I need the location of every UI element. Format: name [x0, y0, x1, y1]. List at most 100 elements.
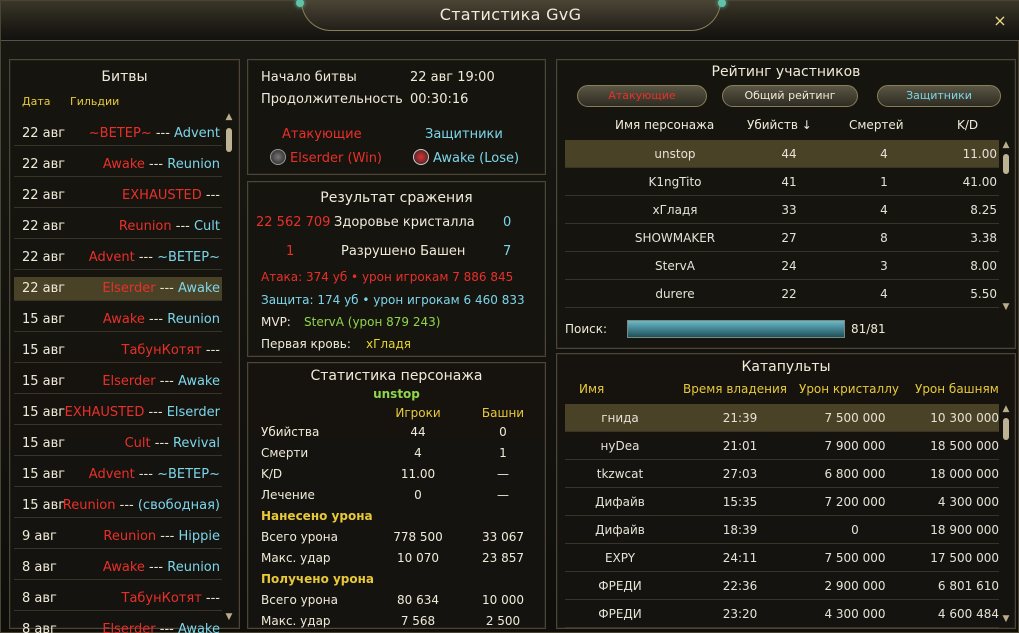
attackers-name: Elserder (Win): [270, 149, 382, 166]
battle-guilds: Elserder --- Awake: [102, 281, 220, 296]
catapult-name: нуDea: [600, 439, 640, 453]
battle-guilds: Awake --- Reunion: [103, 157, 220, 172]
dealt-max-towers: 23 857: [482, 551, 524, 565]
catapult-time: 15:35: [722, 495, 758, 509]
defender-guild: (свободная): [137, 498, 220, 513]
close-icon[interactable]: ×: [992, 13, 1008, 29]
rating-row[interactable]: K1ngTito 41 1 41.00: [565, 168, 999, 196]
defenders-name: Awake (Lose): [413, 149, 519, 166]
firstblood-label: Первая кровь:: [261, 337, 351, 351]
battle-row[interactable]: 8 авг Elserder --- Awake: [14, 618, 222, 633]
catapult-name: Дифайв: [595, 495, 645, 509]
towers-right: 7: [503, 244, 512, 259]
battle-row[interactable]: 15 авг Advent --- ~BETEP~: [14, 463, 222, 487]
rating-row[interactable]: SHOWMAKER 27 8 3.38: [565, 224, 999, 252]
rating-scrollbar[interactable]: ▲ ▼: [1001, 140, 1011, 312]
rating-deaths: 4: [880, 203, 888, 217]
battle-row[interactable]: 8 авг Awake --- Reunion: [14, 556, 222, 580]
kd-label: K/D: [261, 467, 283, 481]
battle-row[interactable]: 15 авг ТабунКотят ---: [14, 339, 222, 363]
col-kd[interactable]: K/D: [957, 118, 978, 132]
duration-label: Продолжительность: [261, 92, 403, 107]
battle-row[interactable]: 15 авг Reunion --- (свободная): [14, 494, 222, 518]
catapult-row[interactable]: ФРЕДИ 23:20 4 300 000 4 600 484: [565, 600, 999, 628]
catapult-towers: 4 300 000: [937, 495, 999, 509]
battle-row[interactable]: 22 авг Awake --- Reunion: [14, 153, 222, 177]
guild-separator: ---: [150, 436, 173, 451]
scroll-up-icon[interactable]: ▲: [1001, 140, 1011, 150]
deaths-towers: 1: [499, 446, 507, 460]
scroll-down-icon[interactable]: ▼: [224, 612, 234, 622]
catapult-row[interactable]: Дифайв 15:35 7 200 000 4 300 000: [565, 488, 999, 516]
attacker-guild: Advent: [88, 467, 135, 482]
received-section: Получено урона: [261, 572, 375, 586]
attacker-guild: Awake: [102, 312, 145, 327]
gvg-stats-window: Статистика GvG × Битвы Дата Гильдии 22 а…: [0, 0, 1019, 633]
col-deaths[interactable]: Смертей: [849, 118, 904, 132]
col-kills[interactable]: Убийств ↓: [747, 118, 812, 132]
battle-guilds: Elserder --- Awake: [102, 374, 220, 389]
battle-date: 22 авг: [22, 126, 66, 141]
attacker-guild: Advent: [88, 250, 135, 265]
attacker-guild: EXHAUSTED: [122, 188, 202, 203]
character-stats-panel: Статистика персонажа unstop Игроки Башни…: [247, 362, 546, 629]
battle-row[interactable]: 22 авг EXHAUSTED ---: [14, 184, 222, 208]
catapult-towers: 18 500 000: [930, 439, 999, 453]
catapult-row[interactable]: ФРЕДИ 22:36 2 900 000 6 801 610: [565, 572, 999, 600]
battle-row[interactable]: 15 авг Elserder --- Awake: [14, 370, 222, 394]
scroll-down-icon[interactable]: ▼: [1001, 302, 1011, 312]
battle-row[interactable]: 15 авг Awake --- Reunion: [14, 308, 222, 332]
catapult-row[interactable]: EXPY 24:11 7 500 000 17 500 000: [565, 544, 999, 572]
battle-row[interactable]: 22 авг Advent --- ~BETEP~: [14, 246, 222, 270]
rating-row[interactable]: durere 22 4 5.50: [565, 280, 999, 308]
battle-row[interactable]: 15 авг Cult --- Revival: [14, 432, 222, 456]
scroll-thumb[interactable]: [1003, 418, 1009, 440]
scroll-thumb[interactable]: [226, 128, 232, 152]
scroll-down-icon[interactable]: ▼: [1001, 614, 1011, 624]
battle-row[interactable]: 15 авг EXHAUSTED --- Elserder: [14, 401, 222, 425]
tab-attackers[interactable]: Атакующие: [577, 85, 707, 107]
tab-defenders[interactable]: Защитники: [877, 85, 1001, 107]
scroll-up-icon[interactable]: ▲: [1001, 404, 1011, 414]
result-title: Результат сражения: [320, 190, 473, 206]
guild-separator: ---: [115, 498, 138, 513]
title-bar: Статистика GvG ×: [1, 0, 1019, 41]
battle-date: 15 авг: [22, 498, 66, 513]
window-title: Статистика GvG: [439, 5, 582, 24]
rating-kills: 27: [781, 231, 797, 245]
kd-towers: —: [497, 467, 509, 481]
battle-row[interactable]: 22 авг Elserder --- Awake: [14, 277, 222, 301]
heal-towers: —: [497, 488, 509, 502]
catapult-towers: 4 600 484: [937, 607, 999, 621]
catapults-scrollbar[interactable]: ▲ ▼: [1001, 404, 1011, 624]
battle-row[interactable]: 22 авг ~BETEP~ --- Advent: [14, 122, 222, 146]
battle-info-panel: Начало битвы 22 авг 19:00 Продолжительно…: [247, 59, 546, 175]
catapult-row[interactable]: нуDea 21:01 7 900 000 18 500 000: [565, 432, 999, 460]
towers-label: Разрушено Башен: [341, 244, 466, 259]
battle-row[interactable]: 9 авг Reunion --- Hippie: [14, 525, 222, 549]
guild-separator: ---: [144, 157, 168, 172]
rating-row[interactable]: хГладя 33 4 8.25: [565, 196, 999, 224]
catapult-row[interactable]: гнида 21:39 7 500 000 10 300 000: [565, 404, 999, 432]
guild-separator: ---: [134, 467, 158, 482]
defenders-label: Защитники: [425, 127, 503, 142]
col-name[interactable]: Имя персонажа: [615, 118, 714, 132]
battle-date: 22 авг: [22, 281, 66, 296]
scroll-thumb[interactable]: [1003, 154, 1009, 174]
defender-guild: Reunion: [167, 312, 220, 327]
battle-row[interactable]: 22 авг Reunion --- Cult: [14, 215, 222, 239]
tab-overall[interactable]: Общий рейтинг: [722, 85, 858, 107]
rating-row[interactable]: StervA 24 3 8.00: [565, 252, 999, 280]
attacker-guild: ТабунКотят: [121, 591, 202, 606]
catapult-row[interactable]: tkzwcat 27:03 6 800 000 18 000 000: [565, 460, 999, 488]
rating-name: StervA: [655, 259, 695, 273]
battle-row[interactable]: 8 авг ТабунКотят ---: [14, 587, 222, 611]
defender-guild: Elserder: [166, 405, 220, 420]
scroll-up-icon[interactable]: ▲: [224, 112, 234, 122]
search-input[interactable]: [627, 320, 845, 338]
rating-row[interactable]: unstop 44 4 11.00: [565, 140, 999, 168]
defender-guild: ~BETEP~: [157, 467, 220, 482]
battle-date: 8 авг: [22, 560, 57, 575]
catapult-row[interactable]: Дифайв 18:39 0 18 900 000: [565, 516, 999, 544]
battles-scrollbar[interactable]: ▲ ▼: [224, 112, 234, 622]
